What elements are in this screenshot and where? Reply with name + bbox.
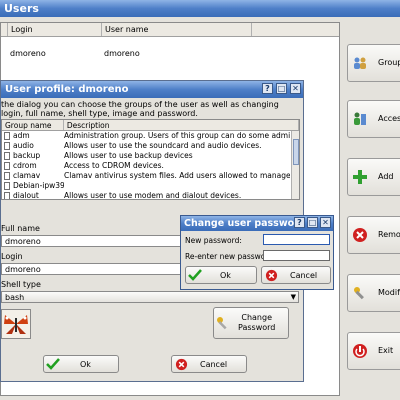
list-item[interactable]: adm Administration group. Users of this g…	[2, 131, 299, 141]
password-cancel-label: Cancel	[290, 270, 318, 280]
groups-table[interactable]: Group name Description adm Administration…	[1, 119, 300, 200]
cell-login: dmoreno	[10, 49, 46, 58]
help-icon[interactable]: ?	[294, 217, 305, 228]
groups-scrollbar[interactable]	[291, 131, 299, 199]
users-table-header: Login User name	[1, 23, 339, 37]
group-description: Access to CDROM devices.	[64, 161, 164, 170]
user-profile-title-bar: User profile: dmoreno ? □ ✕	[1, 81, 303, 98]
group-management-label: Group manag	[378, 58, 400, 67]
group-management-button[interactable]: Group manag	[347, 44, 400, 82]
group-name: audio	[13, 141, 34, 150]
group-description: Administration group. Users of this grou…	[64, 131, 290, 140]
access-administration-label: Access administr	[378, 114, 400, 123]
col-header-login[interactable]: Login	[8, 23, 102, 36]
description-line-1: the dialog you can choose the groups of …	[1, 100, 279, 109]
group-icon	[352, 54, 368, 72]
password-ok-label: Ok	[220, 270, 231, 280]
access-icon	[352, 110, 368, 128]
remove-icon	[352, 226, 368, 244]
profile-cancel-label: Cancel	[200, 359, 228, 369]
help-icon[interactable]: ?	[262, 83, 273, 94]
add-button[interactable]: Add	[347, 158, 400, 196]
list-item[interactable]: clamav Clamav antivirus system files. Add…	[2, 171, 299, 181]
group-name: dialout	[13, 191, 39, 200]
add-icon	[352, 168, 368, 186]
list-item[interactable]: cdrom Access to CDROM devices.	[2, 161, 299, 171]
butterfly-icon	[2, 310, 30, 338]
exit-button[interactable]: Exit	[347, 332, 400, 370]
change-password-label: Change Password	[238, 313, 276, 332]
group-name: clamav	[13, 171, 41, 180]
groups-table-header: Group name Description	[2, 120, 299, 131]
user-avatar-button[interactable]	[1, 309, 31, 339]
list-item[interactable]: dialout Allows user to use modem and dial…	[2, 191, 299, 200]
modify-button[interactable]: Modify	[347, 274, 400, 312]
group-description: Clamav antivirus system files. Add users…	[64, 171, 290, 180]
profile-description: the dialog you can choose the groups of …	[1, 100, 301, 118]
shell-type-label: Shell type	[1, 280, 41, 289]
change-password-button[interactable]: Change Password	[213, 307, 289, 339]
fullname-label: Full name	[1, 224, 40, 233]
chevron-down-icon: ▼	[290, 293, 296, 301]
reenter-password-input[interactable]	[263, 250, 330, 261]
remove-label: Remove	[378, 230, 400, 239]
scrollbar-thumb[interactable]	[293, 139, 299, 165]
list-item[interactable]: backup Allows user to use backup devices	[2, 151, 299, 161]
modify-icon	[352, 284, 368, 302]
new-password-label: New password:	[185, 236, 242, 245]
group-name: Debian-ipw3945d	[13, 181, 64, 190]
change-password-title-bar: Change user passwo ? □ ✕	[181, 216, 333, 231]
login-label: Login	[1, 252, 23, 261]
modify-label: Modify	[378, 288, 400, 297]
access-administration-button[interactable]: Access administr	[347, 100, 400, 138]
description-line-2: login, full name, shell type, image and …	[1, 109, 198, 118]
remove-button[interactable]: Remove	[347, 216, 400, 254]
cell-username: dmoreno	[104, 49, 140, 58]
change-password-dialog: Change user passwo ? □ ✕ New password: R…	[180, 215, 334, 290]
close-icon[interactable]: ✕	[320, 217, 331, 228]
list-item[interactable]: audio Allows user to use the soundcard an…	[2, 141, 299, 151]
new-password-input[interactable]	[263, 234, 330, 245]
user-profile-title: User profile: dmoreno	[5, 84, 129, 95]
change-password-title: Change user passwo	[184, 218, 295, 229]
password-ok-button[interactable]: Ok	[185, 266, 257, 284]
col-header-group-name[interactable]: Group name	[2, 120, 64, 130]
key-icon	[214, 315, 232, 331]
col-header-description[interactable]: Description	[64, 120, 299, 130]
maximize-icon[interactable]: □	[307, 217, 318, 228]
password-cancel-button[interactable]: Cancel	[261, 266, 331, 284]
col-header-username[interactable]: User name	[102, 23, 252, 36]
col-header-blank[interactable]	[1, 23, 8, 36]
group-name: cdrom	[13, 161, 37, 170]
profile-ok-button[interactable]: Ok	[43, 355, 119, 373]
group-name: backup	[13, 151, 41, 160]
group-description: Allows user to use the soundcard and aud…	[64, 141, 262, 150]
shell-type-value: bash	[5, 293, 25, 302]
group-description: Allows user to use backup devices	[64, 151, 193, 160]
checkmark-icon	[186, 269, 204, 281]
close-icon[interactable]: ✕	[290, 83, 301, 94]
checkmark-icon	[44, 358, 62, 370]
maximize-icon[interactable]: □	[276, 83, 287, 94]
group-description: Allows user to use modem and dialout dev…	[64, 191, 242, 200]
users-window-title: Users	[0, 0, 400, 17]
add-label: Add	[378, 172, 394, 181]
exit-icon	[352, 342, 368, 360]
list-item[interactable]: Debian-ipw3945d	[2, 181, 299, 191]
group-description	[64, 181, 290, 191]
shell-type-select[interactable]: bash ▼	[1, 291, 299, 303]
profile-ok-label: Ok	[80, 359, 91, 369]
exit-label: Exit	[378, 346, 394, 355]
table-row[interactable]: dmoreno dmoreno	[1, 47, 339, 61]
group-name: adm	[13, 131, 30, 140]
profile-cancel-button[interactable]: Cancel	[171, 355, 247, 373]
cancel-icon	[262, 269, 280, 282]
cancel-icon	[172, 358, 190, 371]
